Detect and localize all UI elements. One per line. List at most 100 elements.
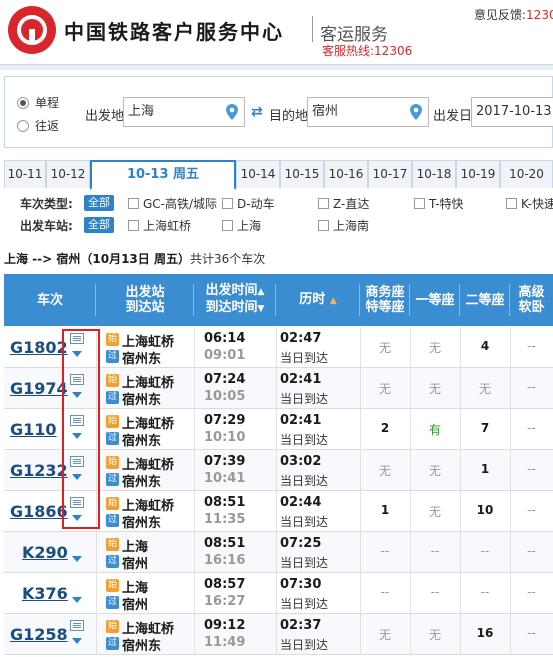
hotline-text: 客服热线:12306: [322, 44, 413, 58]
tab-date[interactable]: 10-20: [500, 160, 553, 188]
sort-down-icon: ▼: [257, 304, 265, 314]
departure-time: 07:29: [204, 413, 246, 428]
tab-date-active[interactable]: 10-13 周五: [90, 160, 236, 190]
column-divider: [194, 573, 195, 614]
column-divider: [276, 614, 277, 655]
arrival-day: 当日到达: [280, 638, 329, 652]
arrival-day: 当日到达: [280, 433, 329, 447]
date-input[interactable]: 2017-10-13: [471, 97, 553, 127]
location-pin-icon[interactable]: [410, 104, 422, 120]
col-soft-sleeper: 高级 软卧: [510, 274, 553, 326]
checkbox-station-shanghai[interactable]: 上海: [222, 217, 261, 234]
arrival-time: 10:10: [204, 430, 246, 445]
start-station-badge: 始: [106, 415, 119, 428]
arrival-time: 16:16: [204, 553, 246, 568]
tab-date[interactable]: 10-12: [46, 160, 90, 188]
checkbox-type-z[interactable]: Z-直达: [318, 195, 369, 212]
column-divider: [194, 491, 195, 532]
tab-date[interactable]: 10-18: [412, 160, 456, 188]
from-input[interactable]: 上海: [123, 97, 245, 127]
start-station-badge: 始: [106, 538, 119, 551]
arrival-station: 宿州东: [122, 639, 162, 654]
train-number-link[interactable]: G1866: [10, 502, 68, 521]
train-info-icon[interactable]: [70, 620, 84, 631]
departure-station-filter: 出发车站: 全部 上海虹桥 上海 上海南: [20, 215, 553, 235]
highlight-box: [62, 329, 100, 529]
first-class-seat: 有: [428, 423, 441, 437]
radio-single-trip[interactable]: 单程: [17, 94, 59, 111]
col-time[interactable]: 出发时间▲ 到达时间▼: [194, 274, 276, 326]
expand-arrow-icon[interactable]: [72, 556, 82, 562]
checkbox-station-hongqiao[interactable]: 上海虹桥: [128, 217, 191, 234]
pass-station-badge: 过: [106, 473, 119, 486]
train-number-link[interactable]: G1974: [10, 379, 68, 398]
pass-station-badge: 过: [106, 350, 119, 363]
site-title: 中国铁路客户服务中心: [64, 20, 284, 44]
radio-dot: [17, 96, 29, 109]
table-row: G1258 始上海虹桥过宿州东 09:12 11:49 02:37 当日到达无无 16 --: [4, 614, 553, 655]
duration: 02:41: [280, 413, 322, 428]
expand-arrow-icon[interactable]: [72, 638, 82, 644]
search-panel: 单程 往返 出发地 上海 ⇄ 目的地 宿州 出发日 2017-10-13: [4, 76, 553, 148]
train-number-link[interactable]: G1802: [10, 338, 68, 357]
arrival-station: 宿州东: [122, 393, 162, 408]
departure-time: 08:51: [204, 495, 246, 510]
column-divider: [96, 614, 97, 655]
train-number-link[interactable]: G1258: [10, 625, 68, 644]
first-class-seat: 无: [428, 464, 441, 478]
checkbox-type-d[interactable]: D-动车: [222, 195, 275, 212]
train-number-link[interactable]: G1232: [10, 461, 68, 480]
first-class-seat: 无: [428, 505, 441, 519]
all-types-button[interactable]: 全部: [84, 195, 114, 211]
business-seat: --: [380, 585, 390, 599]
header-bar: [0, 64, 553, 70]
to-value: 宿州: [312, 104, 339, 119]
feedback-link[interactable]: 意见反馈:12306: [474, 6, 553, 23]
soft-sleeper-seat: --: [527, 585, 536, 599]
duration: 07:30: [280, 577, 322, 592]
col-duration[interactable]: 历时 ▲: [276, 274, 360, 326]
column-divider: [194, 614, 195, 655]
arrival-day: 当日到达: [280, 351, 329, 365]
header-divider: [312, 16, 313, 42]
departure-time: 08:51: [204, 536, 246, 551]
feedback-label: 意见反馈:: [474, 8, 527, 22]
start-station-badge: 始: [106, 456, 119, 469]
location-pin-icon[interactable]: [226, 104, 238, 120]
train-number-link[interactable]: G110: [10, 420, 57, 439]
to-input[interactable]: 宿州: [307, 97, 429, 127]
train-number-link[interactable]: K290: [22, 543, 68, 562]
checkbox-label: 上海南: [333, 218, 370, 233]
tab-date[interactable]: 10-17: [368, 160, 412, 188]
tab-date[interactable]: 10-16: [324, 160, 368, 188]
arrival-station: 宿州: [122, 598, 149, 613]
checkbox-type-k[interactable]: K-快速: [506, 195, 553, 212]
swap-stations-icon[interactable]: ⇄: [251, 104, 267, 120]
col-soft-label: 高级: [518, 285, 545, 300]
tab-date[interactable]: 10-15: [280, 160, 324, 188]
checkbox-type-gc[interactable]: GC-高铁/城际: [128, 195, 217, 212]
arrival-day: 当日到达: [280, 474, 329, 488]
expand-arrow-icon[interactable]: [72, 597, 82, 603]
tab-date[interactable]: 10-11: [4, 160, 46, 188]
col-second-label: 二等座: [465, 292, 505, 308]
radio-round-trip[interactable]: 往返: [17, 117, 59, 134]
soft-sleeper-seat: --: [527, 462, 536, 476]
all-stations-button[interactable]: 全部: [84, 217, 114, 233]
soft-sleeper-seat: --: [527, 339, 536, 353]
column-divider: [96, 532, 97, 573]
checkbox-station-shanghainan[interactable]: 上海南: [318, 217, 369, 234]
duration: 03:02: [280, 454, 322, 469]
train-number-link[interactable]: K376: [22, 584, 68, 603]
tab-date[interactable]: 10-14: [236, 160, 280, 188]
tab-date[interactable]: 10-19: [456, 160, 500, 188]
duration: 02:47: [280, 331, 322, 346]
checkbox: [128, 197, 139, 209]
checkbox-type-t[interactable]: T-特快: [414, 195, 464, 212]
col-time-arr: 到达时间▼: [206, 300, 265, 317]
checkbox: [506, 197, 517, 209]
departure-time: 06:14: [204, 331, 246, 346]
second-class-seat: 16: [476, 626, 494, 640]
table-row: K290 始上海过宿州 08:51 16:16 07:25 当日到达 -- -- -- --: [4, 532, 553, 573]
col-time-arr-label: 到达时间: [205, 300, 258, 315]
